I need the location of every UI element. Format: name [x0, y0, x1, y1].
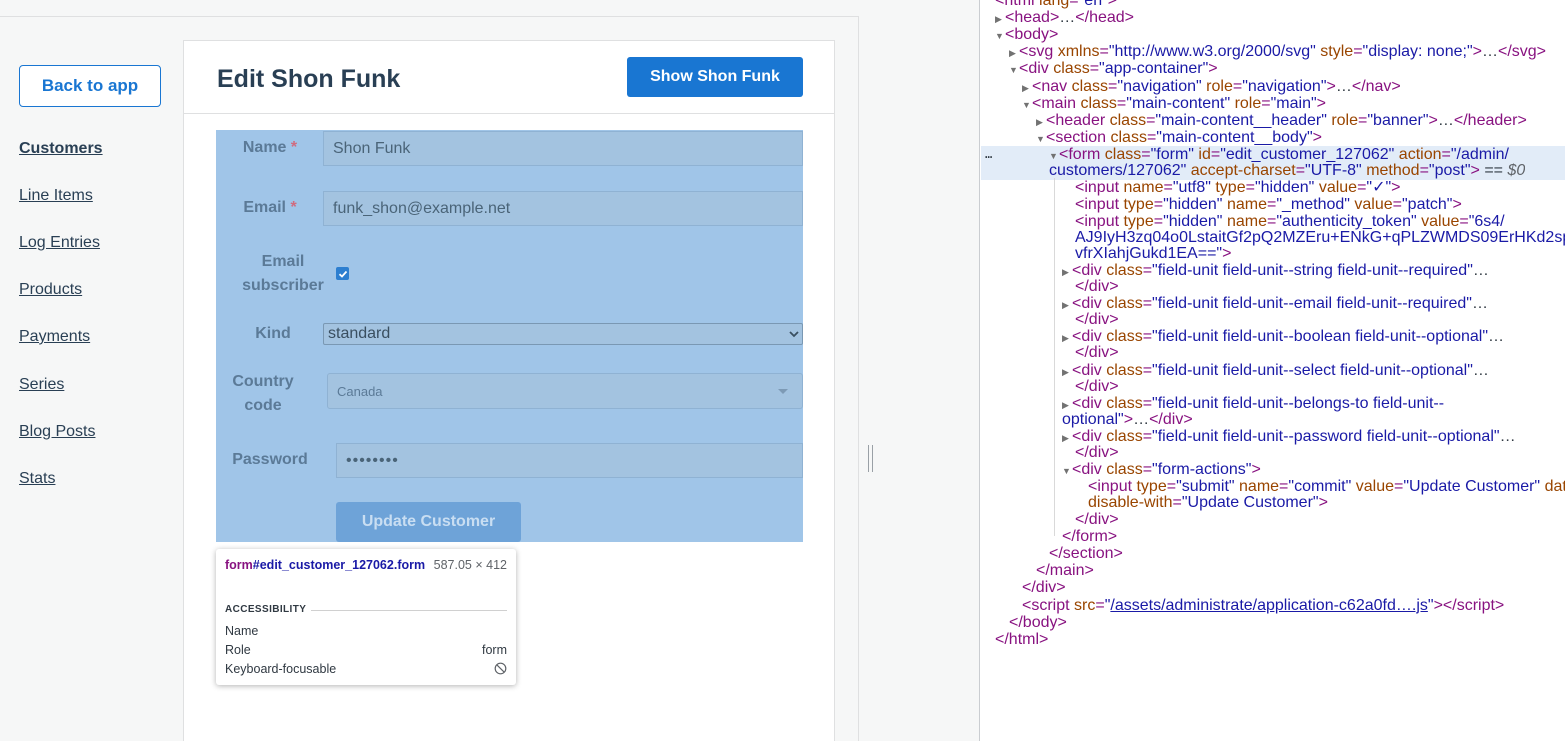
dom-tree-line[interactable]: </div> — [1022, 579, 1066, 596]
nav-item-stats[interactable]: Stats — [19, 470, 55, 488]
dom-tree-line[interactable]: vfrXIahjGukd1EA=="> — [1075, 245, 1231, 262]
dom-tree-line[interactable]: ▶ <header class="main-content__header" ro… — [1036, 112, 1527, 129]
nav-item-series[interactable]: Series — [19, 376, 64, 394]
back-to-app-button[interactable]: Back to app — [19, 65, 161, 107]
country-code-select[interactable]: Canada — [327, 373, 803, 409]
kind-label: Kind — [255, 325, 291, 342]
email-input[interactable]: funk_shon@example.net — [323, 191, 803, 226]
dom-tree-line[interactable]: ▶ <div class="field-unit field-unit--bool… — [1062, 328, 1504, 345]
dom-tree-line[interactable]: </div> — [1075, 311, 1119, 328]
tooltip-size: 587.05 × 412 — [433, 558, 507, 572]
tooltip-row-role: Role form — [225, 643, 507, 657]
dom-tree-line[interactable]: </section> — [1049, 545, 1123, 562]
email-subscriber-label: Email subscriber — [242, 253, 324, 294]
dom-tree-line[interactable]: AJ9IyH3zq04o0LstaitGf2pQ2MZEru+ENkG+qPLZ… — [1075, 229, 1565, 246]
dom-tree-line[interactable]: <script src="/assets/administrate/applic… — [1022, 597, 1504, 614]
dom-tree-line[interactable]: </form> — [1062, 528, 1117, 545]
dom-tree-line[interactable]: </div> — [1075, 278, 1119, 295]
nav-item-products[interactable]: Products — [19, 281, 82, 299]
dom-tree-line[interactable]: <input type="hidden" name="_method" valu… — [1075, 196, 1462, 213]
dom-tree-line[interactable]: <html lang="en"> — [995, 0, 1117, 9]
name-label: Name * — [242, 139, 298, 156]
dom-tree-line[interactable]: ▼<div class="form-actions"> — [1062, 461, 1261, 478]
dom-tree-line[interactable]: ▼<div class="app-container"> — [1009, 60, 1218, 77]
nav-item-line-items[interactable]: Line Items — [19, 187, 93, 205]
dom-tree-line[interactable]: </div> — [1075, 378, 1119, 395]
nav-item-blog-posts[interactable]: Blog Posts — [19, 423, 95, 441]
dom-tree-line[interactable]: </div> — [1075, 511, 1119, 528]
dom-tree-line[interactable]: optional">…</div> — [1062, 411, 1193, 428]
panel-splitter[interactable] — [868, 0, 980, 741]
dom-tree-line[interactable]: ▶ <svg xmlns="http://www.w3.org/2000/svg"… — [1009, 43, 1546, 60]
inspector-tooltip: form#edit_customer_127062.form 587.05 × … — [216, 549, 516, 685]
dom-tree-line[interactable]: ▼<section class="main-content__body"> — [1036, 129, 1322, 146]
kind-select-value: standard — [328, 325, 391, 342]
tooltip-accessibility-heading: ACCESSIBILITY — [225, 604, 307, 615]
dom-tree-line[interactable]: </div> — [1075, 344, 1119, 361]
tooltip-row-name: Name — [225, 624, 259, 638]
dom-tree-line[interactable]: ▼<main class="main-content" role="main"> — [1022, 95, 1326, 112]
dom-tree-line[interactable]: </div> — [1075, 444, 1119, 461]
dom-tree-line[interactable]: ▼<form class="form" id="edit_customer_12… — [1049, 146, 1509, 163]
dom-tree-line[interactable]: </html> — [995, 631, 1048, 648]
dom-tree-line[interactable]: </main> — [1036, 562, 1094, 579]
dom-tree-line[interactable]: ▶ <div class="field-unit field-unit--emai… — [1062, 295, 1488, 312]
dom-tree-line[interactable]: ▶ <nav class="navigation" role="navigatio… — [1022, 78, 1401, 95]
not-focusable-icon — [494, 662, 507, 675]
tree-indent-guide — [1054, 178, 1055, 536]
dom-tree-line[interactable]: <input type="submit" name="commit" value… — [1088, 478, 1565, 495]
password-input[interactable]: •••••••• — [336, 443, 803, 478]
viewport-right-border — [858, 16, 859, 741]
dom-tree-line[interactable]: ▶ <div class="field-unit field-unit--pass… — [1062, 428, 1516, 445]
nav-item-log-entries[interactable]: Log Entries — [19, 234, 100, 252]
tooltip-row-keyboard-focusable: Keyboard-focusable — [225, 662, 507, 676]
country-code-value: Canada — [337, 383, 383, 399]
name-input[interactable]: Shon Funk — [323, 131, 803, 166]
tooltip-selector: form#edit_customer_127062.form — [225, 558, 426, 572]
dom-tree-line[interactable]: <input name="utf8" type="hidden" value="… — [1075, 179, 1401, 196]
viewport-top-border — [0, 16, 858, 17]
header-divider — [184, 113, 834, 114]
update-customer-button[interactable]: Update Customer — [336, 502, 521, 542]
chevron-down-icon — [789, 331, 799, 338]
splitter-grip-icon[interactable] — [868, 445, 873, 472]
dom-tree-line[interactable]: <input type="hidden" name="authenticity_… — [1075, 213, 1505, 230]
nav-item-customers[interactable]: Customers — [19, 140, 103, 158]
country-code-label: Country code — [232, 373, 294, 414]
dom-tree-line[interactable]: ▼<body> — [995, 26, 1058, 43]
nav-item-payments[interactable]: Payments — [19, 328, 90, 346]
dom-tree-line[interactable]: ▶ <div class="field-unit field-unit--stri… — [1062, 262, 1489, 279]
dom-tree-line[interactable]: ▶ <head>…</head> — [995, 9, 1134, 26]
kind-select[interactable]: standard — [323, 323, 803, 345]
tooltip-divider — [311, 610, 507, 611]
email-subscriber-checkbox[interactable] — [336, 267, 349, 280]
dom-tree-line[interactable]: ▶ <div class="field-unit field-unit--sele… — [1062, 362, 1489, 379]
dom-tree-line[interactable]: customers/127062" accept-charset="UTF-8"… — [1049, 162, 1525, 179]
dom-tree-line[interactable]: disable-with="Update Customer"> — [1088, 494, 1328, 511]
caret-down-icon — [778, 388, 788, 394]
node-actions-icon[interactable]: … — [985, 147, 992, 161]
dom-tree-line[interactable]: </body> — [1009, 614, 1067, 631]
checkmark-icon — [338, 270, 347, 278]
dom-tree-line[interactable]: ▶ <div class="field-unit field-unit--belo… — [1062, 395, 1444, 412]
page-title: Edit Shon Funk — [217, 65, 401, 93]
email-label: Email * — [243, 199, 297, 216]
show-customer-button[interactable]: Show Shon Funk — [627, 57, 803, 97]
password-label: Password — [232, 451, 308, 468]
